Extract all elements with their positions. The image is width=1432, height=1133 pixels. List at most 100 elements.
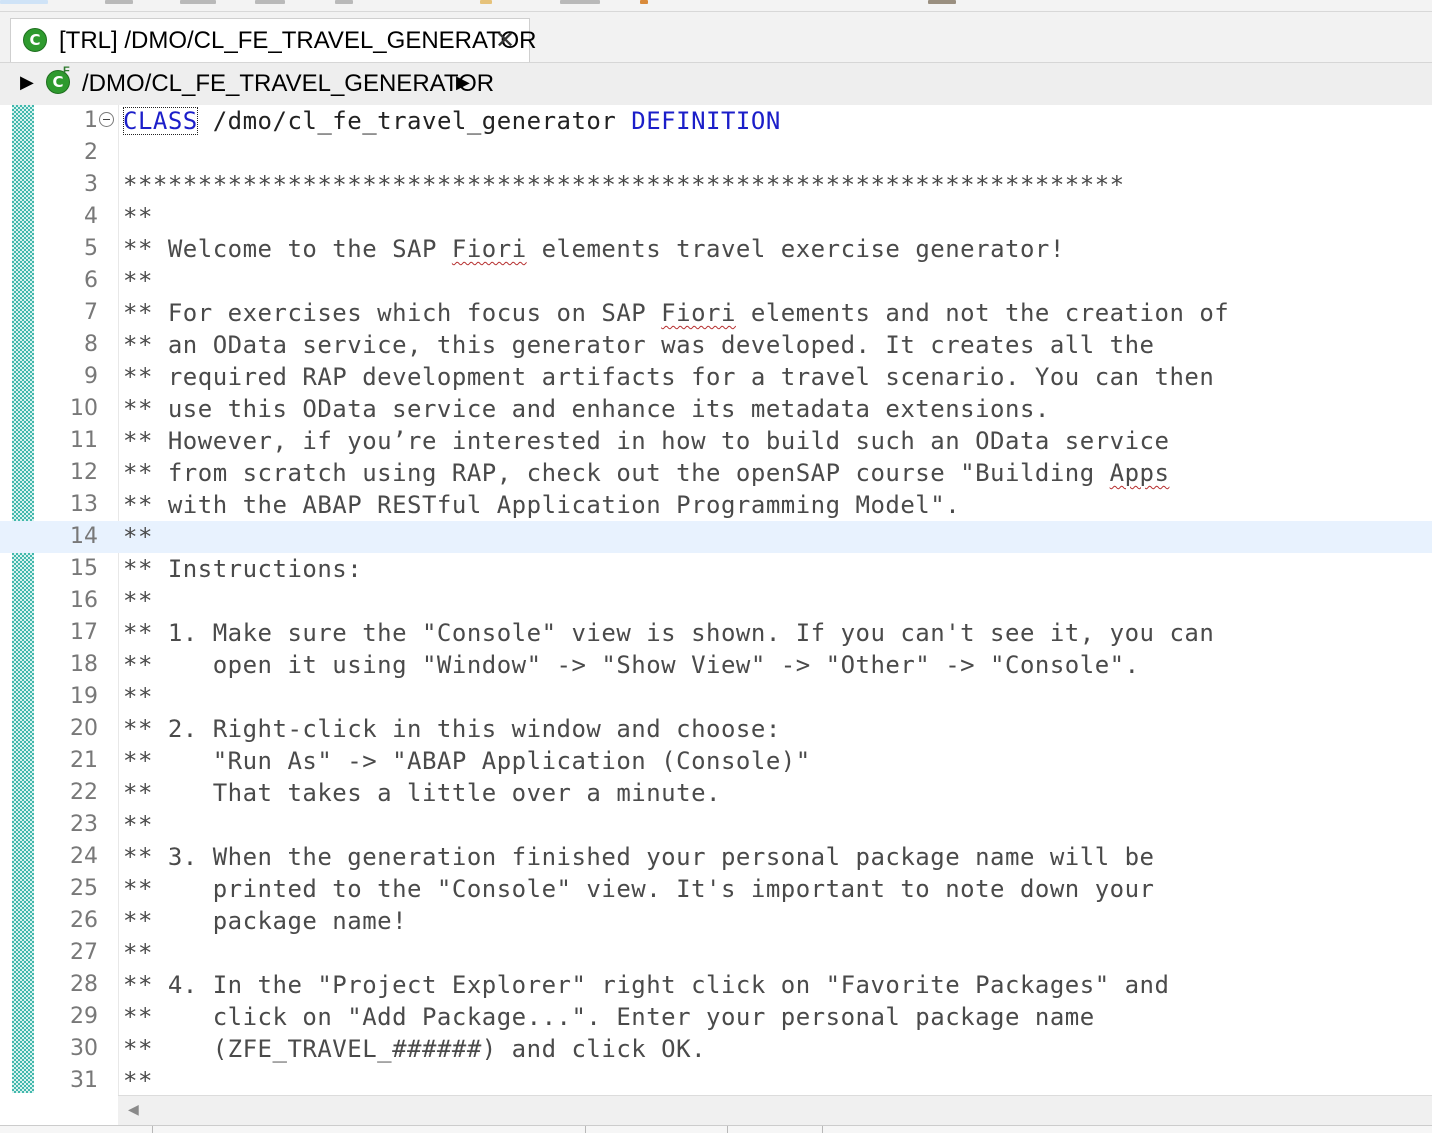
code-line[interactable]: 16 **: [0, 585, 1432, 617]
breadcrumb: ▶ C F /DMO/CL_FE_TRAVEL_GENERATOR ▶: [0, 63, 1432, 106]
abap-class-icon: C: [23, 28, 47, 52]
line-number: 27: [70, 940, 98, 965]
code-line[interactable]: 29 ** click on "Add Package...". Enter yo…: [0, 1001, 1432, 1033]
code-text: ****************************************…: [123, 171, 1125, 199]
line-number: 2: [84, 140, 98, 165]
code-text: ** Instructions:: [123, 555, 363, 583]
code-line[interactable]: 30 ** (ZFE_TRAVEL_######) and click OK.: [0, 1033, 1432, 1065]
code-line[interactable]: 9 ** required RAP development artifacts f…: [0, 361, 1432, 393]
line-number: 11: [70, 428, 98, 453]
code-text: ** click on "Add Package...". Enter your…: [123, 1003, 1095, 1031]
code-line[interactable]: 19 **: [0, 681, 1432, 713]
code-text: **: [123, 267, 153, 295]
code-line[interactable]: 17 ** 1. Make sure the "Console" view is …: [0, 617, 1432, 649]
code-text: ** open it using "Window" -> "Show View"…: [123, 651, 1140, 679]
code-line[interactable]: 20 ** 2. Right-click in this window and c…: [0, 713, 1432, 745]
line-number: 21: [70, 748, 98, 773]
line-number: 20: [70, 716, 98, 741]
horizontal-scrollbar[interactable]: ◀: [118, 1095, 1432, 1126]
code-text: ** 1. Make sure the "Console" view is sh…: [123, 619, 1215, 647]
class-name: /dmo/cl_fe_travel_generator: [197, 107, 632, 135]
code-text: CLASS /dmo/cl_fe_travel_generator DEFINI…: [123, 105, 781, 137]
abap-source-editor[interactable]: 1 CLASS /dmo/cl_fe_travel_generator DEFIN…: [0, 105, 1432, 1095]
line-number: 12: [70, 460, 98, 485]
code-text: ** 3. When the generation finished your …: [123, 843, 1155, 871]
line-number: 30: [70, 1036, 98, 1061]
line-number: 18: [70, 652, 98, 677]
code-text: ** That takes a little over a minute.: [123, 779, 721, 807]
code-line[interactable]: 1 CLASS /dmo/cl_fe_travel_generator DEFIN…: [0, 105, 1432, 137]
code-line[interactable]: 12 ** from scratch using RAP, check out t…: [0, 457, 1432, 489]
code-line[interactable]: 24 ** 3. When the generation finished you…: [0, 841, 1432, 873]
code-text: ** "Run As" -> "ABAP Application (Consol…: [123, 747, 811, 775]
line-number: 15: [70, 556, 98, 581]
code-text: ** use this OData service and enhance it…: [123, 395, 1050, 423]
code-text: ** package name!: [123, 907, 408, 935]
spelling-flag: Fiori: [661, 299, 736, 327]
line-number: 13: [70, 492, 98, 517]
code-text: **: [123, 203, 153, 231]
code-text: ** with the ABAP RESTful Application Pro…: [123, 491, 961, 519]
close-icon[interactable]: ✕: [495, 27, 515, 53]
code-line[interactable]: 3 ***************************************…: [0, 169, 1432, 201]
editor-tab-travel-generator[interactable]: C [TRL] /DMO/CL_FE_TRAVEL_GENERATOR ✕: [10, 18, 536, 62]
code-text: **: [123, 811, 153, 839]
code-line[interactable]: 26 ** package name!: [0, 905, 1432, 937]
code-text: **: [123, 587, 153, 615]
code-text: ** However, if you’re interested in how …: [123, 427, 1170, 455]
keyword-class: CLASS: [123, 107, 198, 135]
window-toolbar-strip: [0, 0, 1432, 12]
line-number: 6: [84, 268, 98, 293]
code-text: ** Welcome to the SAP Fiori elements tra…: [123, 235, 1065, 263]
line-number: 4: [84, 204, 98, 229]
code-line[interactable]: 15 ** Instructions:: [0, 553, 1432, 585]
code-line[interactable]: 5 ** Welcome to the SAP Fiori elements tr…: [0, 233, 1432, 265]
keyword-definition: DEFINITION: [631, 107, 781, 135]
code-line[interactable]: 25 ** printed to the "Console" view. It's…: [0, 873, 1432, 905]
code-line[interactable]: 21 ** "Run As" -> "ABAP Application (Cons…: [0, 745, 1432, 777]
line-number: 25: [70, 876, 98, 901]
line-number: 19: [70, 684, 98, 709]
code-line[interactable]: 14 **: [0, 521, 1432, 553]
code-line[interactable]: 8 ** an OData service, this generator was…: [0, 329, 1432, 361]
spelling-flag: Apps: [1109, 459, 1170, 487]
code-line[interactable]: 13 ** with the ABAP RESTful Application P…: [0, 489, 1432, 521]
breadcrumb-expand-arrow-icon[interactable]: ▶: [20, 72, 34, 93]
code-text: **: [123, 683, 153, 711]
code-line[interactable]: 27 **: [0, 937, 1432, 969]
code-line[interactable]: 11 ** However, if you’re interested in ho…: [0, 425, 1432, 457]
line-number: 17: [70, 620, 98, 645]
code-text: **: [123, 1067, 153, 1095]
line-number: 28: [70, 972, 98, 997]
code-line[interactable]: 6 **: [0, 265, 1432, 297]
code-line[interactable]: 7 ** For exercises which focus on SAP Fio…: [0, 297, 1432, 329]
editor-tab-bar: C [TRL] /DMO/CL_FE_TRAVEL_GENERATOR ✕: [0, 12, 1432, 63]
code-line[interactable]: 28 ** 4. In the "Project Explorer" right …: [0, 969, 1432, 1001]
breadcrumb-next-arrow-icon[interactable]: ▶: [456, 72, 470, 93]
code-line[interactable]: 23 **: [0, 809, 1432, 841]
code-text: ** from scratch using RAP, check out the…: [123, 459, 1170, 487]
code-line[interactable]: 31 **: [0, 1065, 1432, 1095]
line-number: 8: [84, 332, 98, 357]
code-line[interactable]: 2: [0, 137, 1432, 169]
line-number: 5: [84, 236, 98, 261]
line-number: 31: [70, 1068, 98, 1093]
scroll-left-icon[interactable]: ◀: [128, 1102, 139, 1118]
line-number: 24: [70, 844, 98, 869]
breadcrumb-item-class[interactable]: /DMO/CL_FE_TRAVEL_GENERATOR: [82, 70, 494, 98]
fold-collapse-icon[interactable]: [99, 112, 114, 127]
code-text: **: [123, 939, 153, 967]
code-line[interactable]: 10 ** use this OData service and enhance …: [0, 393, 1432, 425]
line-number: 22: [70, 780, 98, 805]
line-number: 9: [84, 364, 98, 389]
line-number: 1: [84, 108, 98, 133]
code-line[interactable]: 18 ** open it using "Window" -> "Show Vie…: [0, 649, 1432, 681]
line-number: 3: [84, 172, 98, 197]
tab-title: [TRL] /DMO/CL_FE_TRAVEL_GENERATOR: [59, 27, 537, 54]
line-number: 16: [70, 588, 98, 613]
code-line[interactable]: 22 ** That takes a little over a minute.: [0, 777, 1432, 809]
final-class-marker-icon: F: [63, 65, 70, 77]
line-number: 29: [70, 1004, 98, 1029]
code-line[interactable]: 4 **: [0, 201, 1432, 233]
code-text: ** an OData service, this generator was …: [123, 331, 1155, 359]
